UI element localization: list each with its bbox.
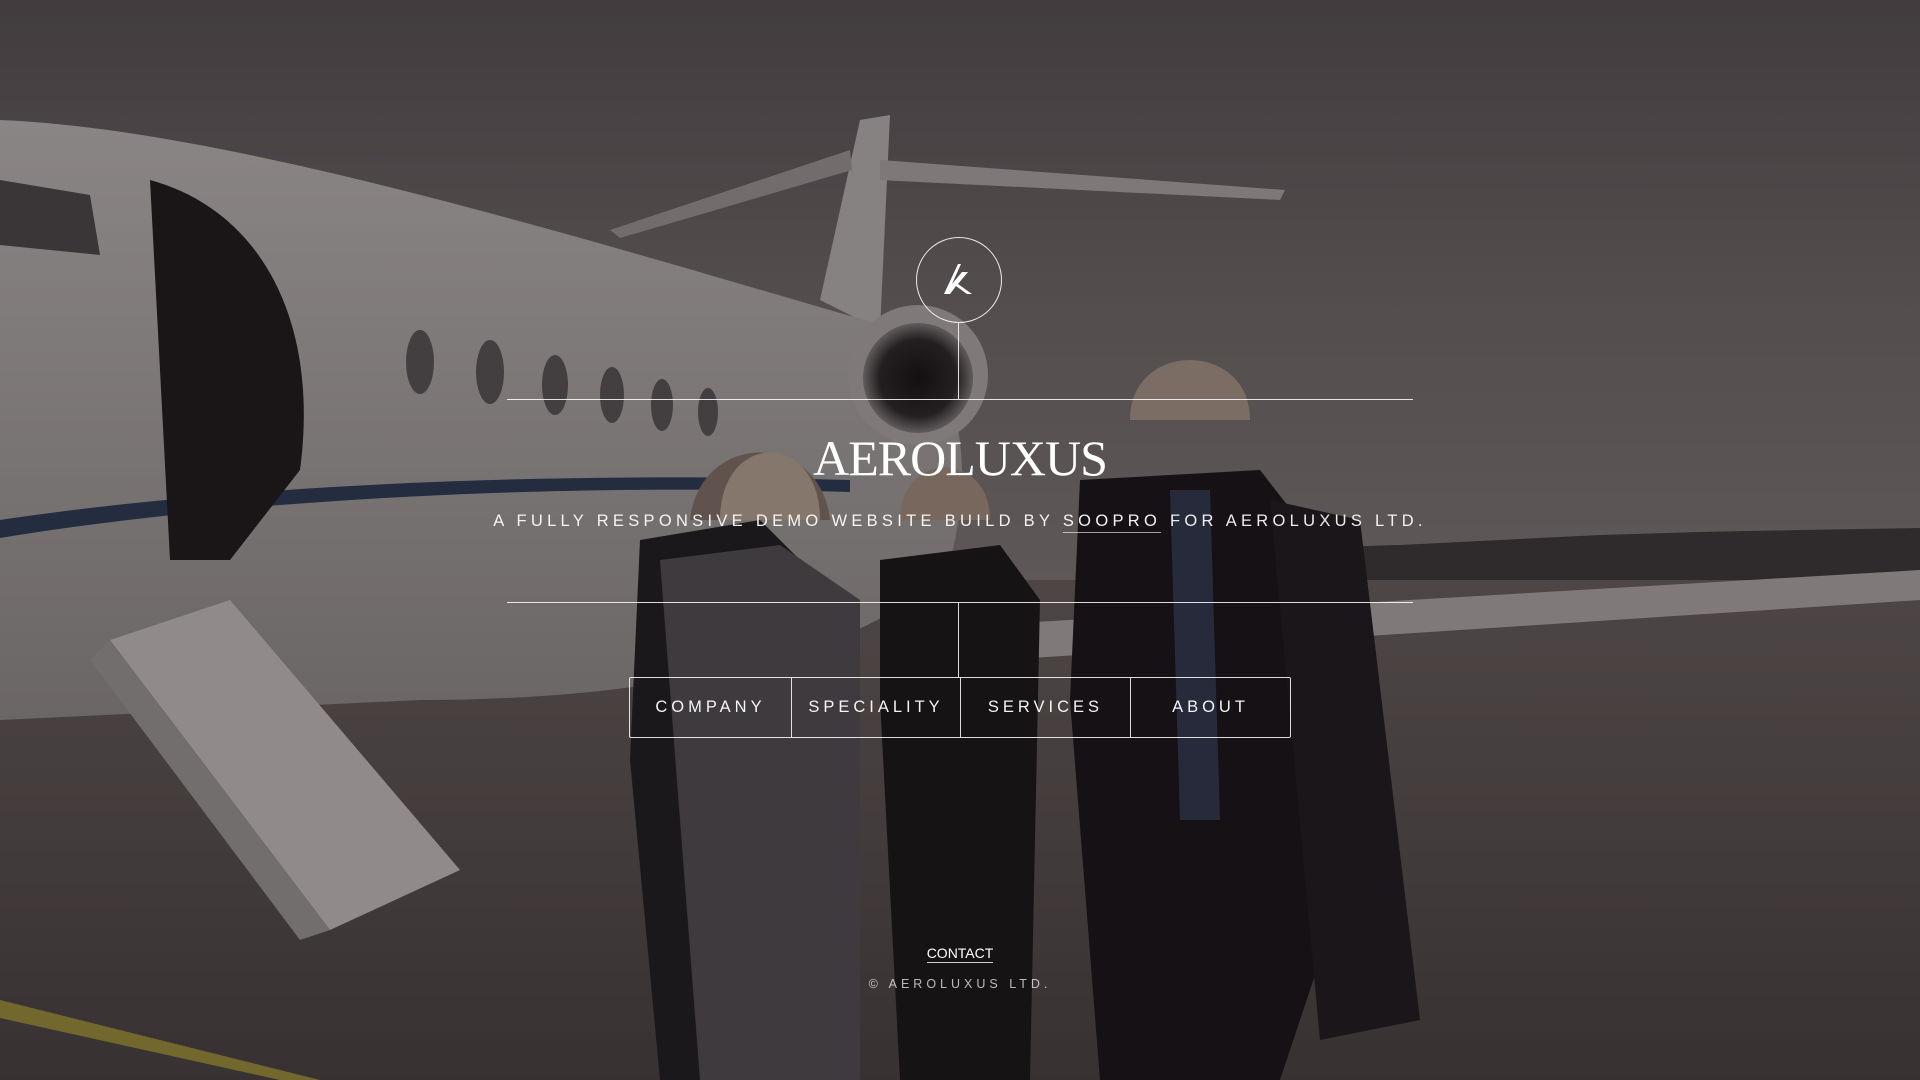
logo-connector-line bbox=[958, 323, 959, 399]
tagline-suffix: FOR AEROLUXUS LTD. bbox=[1161, 512, 1427, 530]
nav-item-speciality[interactable]: SPECIALITY bbox=[791, 678, 960, 737]
nav-item-about[interactable]: ABOUT bbox=[1130, 678, 1290, 737]
logo-badge[interactable] bbox=[916, 237, 1002, 323]
tagline: A FULLY RESPONSIVE DEMO WEBSITE BUILD BY… bbox=[0, 510, 1920, 533]
aeroluxus-monogram-icon bbox=[944, 264, 972, 294]
copyright-text: © AEROLUXUS LTD. bbox=[868, 977, 1052, 991]
soopro-link[interactable]: SOOPRO bbox=[1062, 512, 1162, 533]
contact-wrapper: CONTACT bbox=[0, 943, 1920, 963]
tagline-prefix: A FULLY RESPONSIVE DEMO WEBSITE BUILD BY bbox=[493, 512, 1063, 530]
nav-item-services[interactable]: SERVICES bbox=[960, 678, 1130, 737]
main-nav: COMPANY SPECIALITY SERVICES ABOUT bbox=[629, 677, 1291, 738]
nav-connector-line bbox=[958, 602, 959, 677]
brand-title: AEROLUXUS bbox=[813, 430, 1108, 486]
dark-overlay bbox=[0, 0, 1920, 1080]
landing-page: AEROLUXUS A FULLY RESPONSIVE DEMO WEBSIT… bbox=[0, 0, 1920, 1080]
nav-item-company[interactable]: COMPANY bbox=[630, 678, 791, 737]
top-divider bbox=[507, 399, 1413, 400]
contact-link[interactable]: CONTACT bbox=[926, 945, 994, 963]
bottom-divider bbox=[507, 602, 1413, 603]
